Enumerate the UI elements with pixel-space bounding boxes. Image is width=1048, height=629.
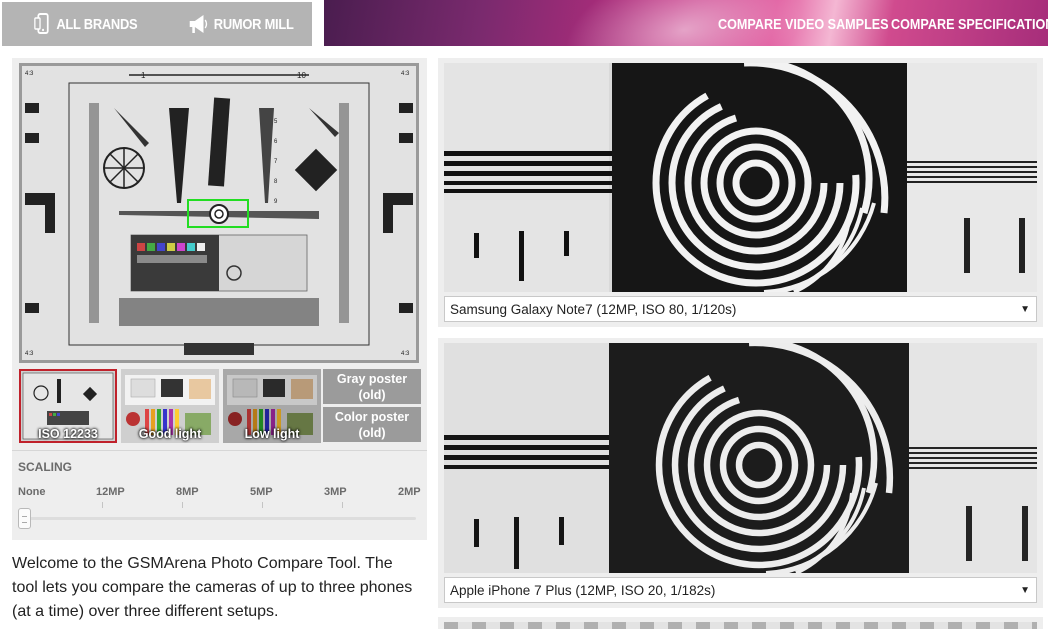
comparison-panel-2: Apple iPhone 7 Plus (12MP, ISO 20, 1/182… (438, 338, 1043, 608)
comparison-panel-3 (438, 617, 1043, 629)
top-bar: ALL BRANDS RUMOR MILL COMPARE VIDEO SAMP… (0, 0, 1048, 48)
setup-label-low-light: Low light (244, 427, 300, 441)
scale-option-5mp[interactable]: 5MP (250, 486, 273, 498)
nav-all-brands[interactable]: ALL BRANDS (34, 2, 138, 46)
setup-thumb-low-light[interactable]: Low light (223, 369, 321, 443)
scale-tick (102, 502, 103, 508)
compare-specifications-link[interactable]: COMPARE SPECIFICATIONS (891, 0, 1048, 46)
phone-select-2-value: Apple iPhone 7 Plus (12MP, ISO 20, 1/182… (450, 583, 716, 598)
chart-corner-ratio-bl: 4:3 (25, 351, 34, 357)
nav-rumor-mill-label: RUMOR MILL (213, 15, 294, 33)
test-chart-overview[interactable]: 1 10 4:3 4:3 4:3 4:3 56789 (19, 63, 419, 363)
setup-label-iso12233: ISO 12233 (38, 427, 98, 441)
scaling-slider-handle[interactable] (18, 508, 31, 529)
megaphone-icon (189, 15, 208, 33)
crop-image-1[interactable] (444, 63, 1037, 292)
chart-corner-ratio-br: 4:3 (401, 351, 410, 357)
scale-option-2mp[interactable]: 2MP (398, 486, 421, 498)
setup-panel: 1 10 4:3 4:3 4:3 4:3 5 6 7 8 9 ISO 12233… (12, 58, 427, 540)
color-poster-label: Color poster (334, 410, 410, 424)
setup-thumb-good-light[interactable]: Good light (121, 369, 219, 443)
scale-option-8mp[interactable]: 8MP (176, 486, 199, 498)
phone-select-1-value: Samsung Galaxy Note7 (12MP, ISO 80, 1/12… (450, 302, 737, 317)
chart-corner-ratio-tr: 4:3 (401, 71, 410, 77)
color-poster-sublabel: (old) (358, 426, 386, 440)
scale-option-3mp[interactable]: 3MP (324, 486, 347, 498)
setup-thumb-iso12233[interactable]: ISO 12233 (19, 369, 117, 443)
chart-corner-ratio-tl: 4:3 (25, 71, 34, 77)
divider (12, 450, 427, 451)
phone-select-2[interactable]: Apple iPhone 7 Plus (12MP, ISO 20, 1/182… (444, 577, 1037, 603)
gray-poster-button[interactable]: Gray poster (old) (323, 369, 421, 404)
scale-tick (342, 502, 343, 508)
main-nav: ALL BRANDS RUMOR MILL (2, 2, 312, 46)
compare-video-samples-link[interactable]: COMPARE VIDEO SAMPLES (718, 0, 889, 46)
nav-rumor-mill[interactable]: RUMOR MILL (188, 2, 294, 46)
chevron-down-icon: ▼ (1020, 304, 1030, 315)
color-poster-button[interactable]: Color poster (old) (323, 407, 421, 442)
gray-poster-sublabel: (old) (358, 388, 386, 402)
scale-option-12mp[interactable]: 12MP (96, 486, 125, 498)
setup-label-good-light: Good light (138, 427, 202, 441)
scaling-title: SCALING (18, 460, 72, 474)
gray-poster-label: Gray poster (336, 372, 408, 386)
crop-image-2[interactable] (444, 343, 1037, 573)
phone-select-1[interactable]: Samsung Galaxy Note7 (12MP, ISO 80, 1/12… (444, 296, 1037, 322)
scale-tick (262, 502, 263, 508)
intro-text: Welcome to the GSMArena Photo Compare To… (12, 555, 413, 620)
header-banner: COMPARE VIDEO SAMPLES COMPARE SPECIFICAT… (324, 0, 1048, 46)
nav-all-brands-label: ALL BRANDS (56, 15, 138, 33)
comparison-panel-1: Samsung Galaxy Note7 (12MP, ISO 80, 1/12… (438, 58, 1043, 327)
scale-tick (182, 502, 183, 508)
scale-option-none[interactable]: None (18, 486, 46, 498)
crop-image-3[interactable] (444, 622, 1037, 629)
setup-selector: ISO 12233 Good light Low light Gray post… (19, 369, 421, 443)
chevron-down-icon: ▼ (1020, 585, 1030, 596)
chart-top-number-1: 1 (141, 71, 146, 80)
scaling-slider-track[interactable] (20, 517, 416, 520)
chart-top-number-10: 10 (297, 71, 306, 80)
phone-icon (34, 13, 49, 34)
